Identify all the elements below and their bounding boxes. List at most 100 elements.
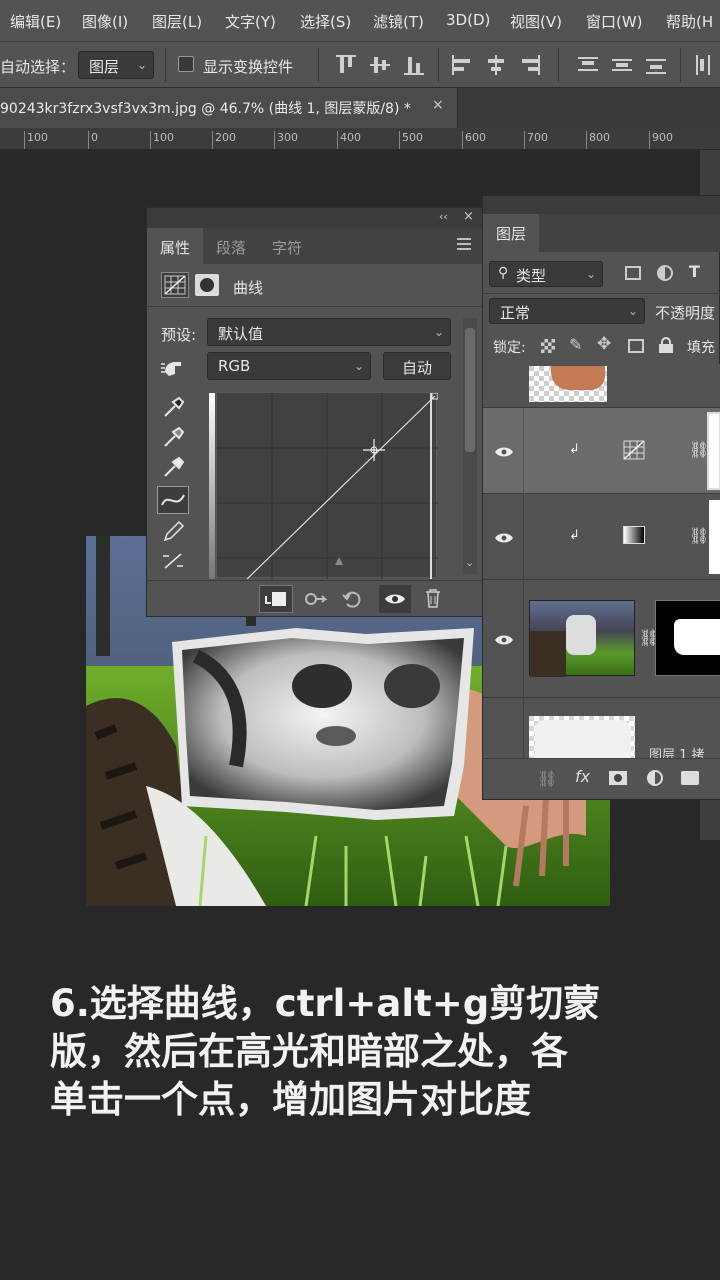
distribute-bottom-icon[interactable] [646, 55, 666, 75]
curves-adjustment-icon[interactable] [161, 272, 189, 298]
properties-scrollbar[interactable]: ⌄ [463, 318, 477, 574]
menu-filter[interactable]: 滤镜(T) [373, 11, 424, 32]
show-transform-checkbox[interactable] [178, 56, 194, 72]
menu-layer[interactable]: 图层(L) [152, 11, 202, 32]
pixel-layer-filter-icon[interactable] [625, 266, 641, 280]
lock-artboard-icon[interactable] [628, 339, 644, 353]
trash-icon[interactable] [423, 587, 443, 609]
visibility-eye-icon[interactable] [493, 444, 515, 458]
layers-footer: ⛓ fx [483, 758, 720, 799]
tab-properties[interactable]: 属性 [147, 228, 203, 264]
visibility-eye-icon[interactable] [379, 585, 411, 613]
lock-position-icon[interactable]: ✥ [597, 334, 611, 354]
clip-to-layer-icon[interactable] [259, 585, 293, 613]
auto-select-dropdown[interactable]: 图层 ⌄ [78, 51, 154, 79]
targeted-adjustment-hand-icon[interactable] [159, 356, 187, 380]
distribute-left-icon[interactable] [694, 55, 714, 75]
layer-mask-icon[interactable] [195, 274, 219, 296]
ruler-tick: 700 [524, 131, 548, 149]
properties-footer [147, 580, 482, 616]
eyedropper-black-icon[interactable] [159, 394, 187, 420]
add-mask-icon[interactable] [609, 771, 627, 785]
blend-mode-dropdown[interactable]: 正常 ⌄ [489, 298, 645, 324]
auto-button[interactable]: 自动 [383, 352, 451, 380]
menu-edit[interactable]: 编辑(E) [10, 11, 61, 32]
type-layer-filter-icon[interactable]: T [689, 262, 700, 281]
layer-mask-thumbnail [709, 500, 720, 574]
layer-filter-value: 类型 [516, 267, 547, 285]
layer-style-fx-icon[interactable]: fx [575, 767, 590, 786]
layer-row[interactable] [483, 364, 720, 408]
options-bar: 自动选择： 图层 ⌄ 显示变换控件 [0, 42, 720, 88]
ruler-tick: 100 [150, 131, 174, 149]
reset-icon[interactable] [341, 589, 363, 609]
curve-point-edit-icon[interactable] [157, 486, 189, 514]
pencil-icon[interactable] [159, 518, 187, 544]
align-vcenter-icon[interactable] [370, 55, 390, 75]
search-icon: ⚲ [498, 265, 509, 281]
link-icon[interactable]: ⛓ [689, 526, 709, 545]
layer-row[interactable]: 图层 1 拷 [483, 698, 720, 763]
layer-thumbnail-photo [529, 600, 635, 677]
lock-all-icon[interactable] [659, 337, 673, 353]
menu-help[interactable]: 帮助(H [666, 11, 713, 32]
lock-image-brush-icon[interactable]: ✎ [569, 335, 582, 354]
tab-layers-label: 图层 [495, 225, 526, 243]
layer-mask-thumbnail [655, 600, 720, 676]
ruler-tick: 200 [212, 131, 236, 149]
chevron-down-icon: ⌄ [136, 58, 147, 72]
panel-menu-icon[interactable] [457, 238, 471, 250]
close-icon[interactable]: × [432, 97, 444, 113]
smooth-curve-icon[interactable] [159, 548, 187, 574]
new-group-folder-icon[interactable] [681, 771, 699, 785]
ruler-tick: 0 [88, 131, 98, 149]
layer-filter-dropdown[interactable]: ⚲ 类型 ⌄ [489, 261, 603, 287]
new-adjustment-layer-icon[interactable] [647, 770, 663, 786]
layer-thumbnail [529, 366, 607, 402]
layer-thumbnail [529, 716, 635, 758]
document-tab[interactable]: 90243kr3fzrx3vsf3vx3m.jpg @ 46.7% (曲线 1,… [0, 88, 458, 128]
tab-character[interactable]: 字符 [259, 228, 315, 264]
distribute-top-icon[interactable] [578, 55, 598, 75]
adjustment-name: 曲线 [233, 279, 264, 297]
collapse-panel-icon[interactable]: ‹‹ [439, 210, 448, 223]
caption-line: 6.选择曲线，ctrl+alt+g剪切蒙 [50, 982, 601, 1025]
layer-row[interactable]: ↲ ⛓ [483, 494, 720, 580]
align-bottom-icon[interactable] [404, 55, 424, 75]
distribute-vcenter-icon[interactable] [612, 55, 632, 75]
lock-transparent-icon[interactable] [541, 339, 555, 353]
tab-layers[interactable]: 图层 [483, 214, 539, 252]
layer-row[interactable]: ⛓ [483, 580, 720, 698]
layer-mask-thumbnail [707, 412, 720, 490]
layer-row-curves-selected[interactable]: ↲ ⛓ [483, 408, 720, 494]
align-left-icon[interactable] [452, 55, 472, 75]
menu-window[interactable]: 窗口(W) [586, 11, 643, 32]
view-previous-state-icon[interactable] [303, 589, 329, 609]
blend-mode-value: 正常 [500, 304, 531, 322]
menu-select[interactable]: 选择(S) [300, 11, 351, 32]
tab-paragraph[interactable]: 段落 [203, 228, 259, 264]
menu-view[interactable]: 视图(V) [510, 11, 562, 32]
link-layers-icon[interactable]: ⛓ [537, 769, 557, 788]
visibility-eye-icon[interactable] [493, 632, 515, 646]
preset-dropdown[interactable]: 默认值 ⌄ [207, 318, 451, 346]
channel-dropdown[interactable]: RGB ⌄ [207, 352, 371, 380]
close-icon[interactable]: × [463, 209, 474, 224]
align-right-icon[interactable] [520, 55, 540, 75]
align-hcenter-icon[interactable] [486, 55, 506, 75]
eyedropper-white-icon[interactable] [159, 454, 187, 480]
ruler-tick: 300 [274, 131, 298, 149]
auto-button-label: 自动 [401, 359, 432, 377]
curves-graph[interactable] [209, 392, 439, 580]
tab-character-label: 字符 [271, 239, 302, 257]
adjustment-layer-filter-icon[interactable] [657, 265, 673, 281]
visibility-eye-icon[interactable] [493, 530, 515, 544]
tab-paragraph-label: 段落 [215, 239, 246, 257]
document-tab-title: 90243kr3fzrx3vsf3vx3m.jpg @ 46.7% (曲线 1,… [0, 101, 411, 117]
menu-type[interactable]: 文字(Y) [225, 11, 276, 32]
menu-3d[interactable]: 3D(D) [446, 11, 490, 29]
eyedropper-gray-icon[interactable] [159, 424, 187, 450]
menu-image[interactable]: 图像(I) [82, 11, 128, 32]
align-top-icon[interactable] [336, 55, 356, 75]
caption-line: 版，然后在高光和暗部之处，各 [50, 1030, 568, 1073]
